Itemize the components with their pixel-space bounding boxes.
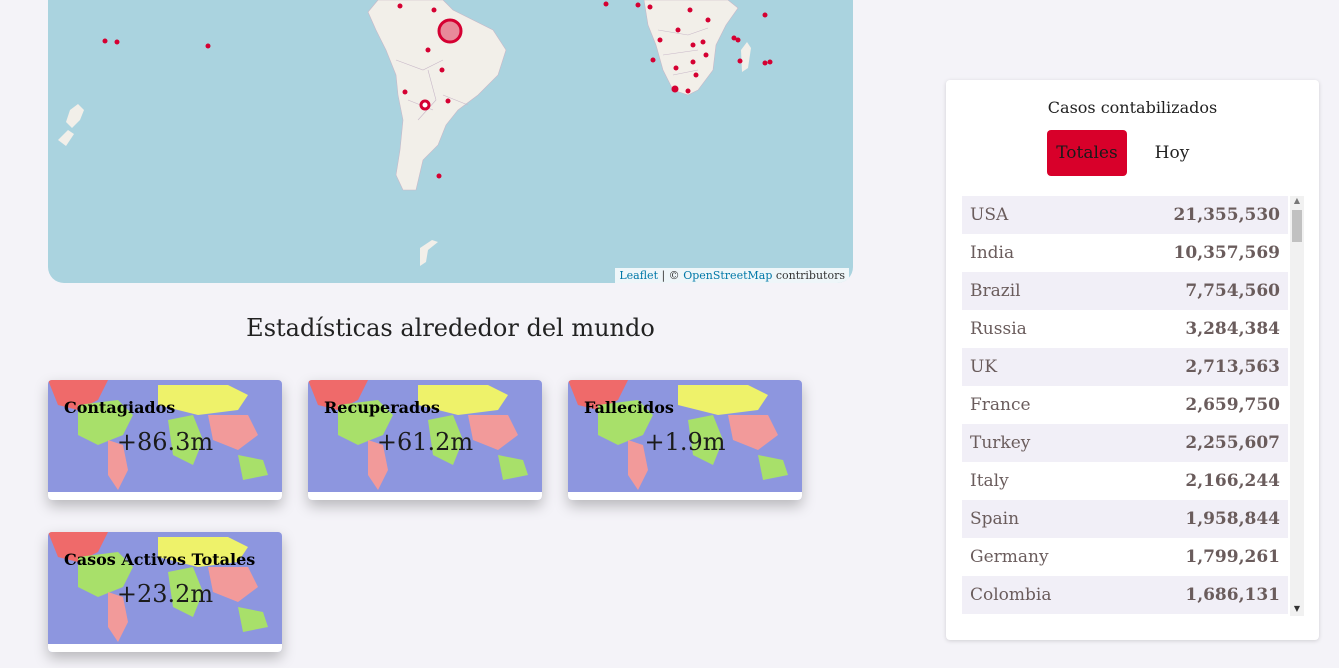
new-zealand-south-shape [58, 130, 74, 146]
stat-card-recuperados[interactable]: Recuperados +61.2m [308, 380, 542, 500]
africa-shape [643, 0, 739, 96]
country-row[interactable]: Italy 2,166,244 [962, 462, 1288, 500]
map-attribution: Leaflet | © OpenStreetMap contributors [615, 268, 849, 283]
country-row[interactable]: USA 21,355,530 [962, 196, 1288, 234]
country-row[interactable]: Colombia 1,686,131 [962, 576, 1288, 614]
country-row[interactable]: India 10,357,569 [962, 234, 1288, 272]
stat-card-activos[interactable]: Casos Activos Totales +23.2m [48, 532, 282, 652]
tab-hoy[interactable]: Hoy [1136, 130, 1208, 176]
case-marker-medium [671, 85, 679, 93]
card-value: +86.3m [116, 428, 214, 456]
card-label: Casos Activos Totales [64, 550, 256, 569]
country-name: UK [970, 357, 998, 377]
country-row[interactable]: UK 2,713,563 [962, 348, 1288, 386]
country-row[interactable]: Spain 1,958,844 [962, 500, 1288, 538]
country-row[interactable]: France 2,659,750 [962, 386, 1288, 424]
new-zealand-shape [66, 104, 84, 128]
country-name: Russia [970, 319, 1027, 339]
scroll-up-arrow-icon[interactable]: ▲ [1290, 196, 1304, 208]
country-name: Spain [970, 509, 1020, 529]
country-cases: 2,659,750 [1185, 395, 1280, 415]
country-cases: 1,958,844 [1185, 509, 1280, 529]
country-name: Italy [970, 471, 1009, 491]
card-value: +23.2m [116, 580, 214, 608]
attribution-separator: | © [657, 269, 684, 282]
country-name: France [970, 395, 1031, 415]
country-cases: 2,255,607 [1185, 433, 1280, 453]
list-scrollbar[interactable]: ▲ ▼ [1290, 196, 1304, 616]
country-name: Germany [970, 547, 1049, 567]
map-tiles [58, 0, 773, 266]
openstreetmap-link[interactable]: OpenStreetMap [683, 269, 772, 282]
case-marker-ring [419, 99, 431, 111]
card-value: +1.9m [644, 428, 726, 456]
attribution-suffix: contributors [772, 269, 845, 282]
country-name: Turkey [970, 433, 1031, 453]
country-cases: 1,799,261 [1185, 547, 1280, 567]
country-cases: 7,754,560 [1185, 281, 1280, 301]
leaflet-link[interactable]: Leaflet [619, 269, 658, 282]
country-row[interactable]: Germany 1,799,261 [962, 538, 1288, 576]
country-name: USA [970, 205, 1009, 225]
case-marker-large [437, 18, 463, 44]
stats-title: Estadísticas alrededor del mundo [246, 314, 655, 342]
country-name: Brazil [970, 281, 1021, 301]
cases-panel: Casos contabilizados Totales Hoy USA 21,3… [946, 80, 1319, 640]
stat-card-contagiados[interactable]: Contagiados +86.3m [48, 380, 282, 500]
country-name: Colombia [970, 585, 1052, 605]
country-cases: 21,355,530 [1173, 205, 1280, 225]
country-row[interactable]: Brazil 7,754,560 [962, 272, 1288, 310]
country-row[interactable]: Turkey 2,255,607 [962, 424, 1288, 462]
scroll-thumb[interactable] [1292, 210, 1302, 242]
country-list[interactable]: USA 21,355,530 India 10,357,569 Brazil 7,75… [962, 196, 1304, 616]
country-cases: 1,686,131 [1185, 585, 1280, 605]
card-value: +61.2m [376, 428, 474, 456]
card-label: Fallecidos [584, 398, 674, 417]
country-cases: 2,713,563 [1185, 357, 1280, 377]
country-rows: USA 21,355,530 India 10,357,569 Brazil 7,75… [962, 196, 1304, 614]
country-name: India [970, 243, 1015, 263]
madagascar-shape [741, 42, 751, 72]
world-map[interactable]: Leaflet | © OpenStreetMap contributors [48, 0, 853, 283]
country-cases: 10,357,569 [1173, 243, 1280, 263]
stat-card-fallecidos[interactable]: Fallecidos +1.9m [568, 380, 802, 500]
country-cases: 3,284,384 [1185, 319, 1280, 339]
island-shape [420, 240, 438, 266]
country-row[interactable]: Russia 3,284,384 [962, 310, 1288, 348]
card-label: Recuperados [324, 398, 440, 417]
south-america-shape [367, 0, 507, 191]
card-label: Contagiados [64, 398, 176, 417]
tab-totales[interactable]: Totales [1047, 130, 1127, 176]
country-cases: 2,166,244 [1185, 471, 1280, 491]
panel-title: Casos contabilizados [1047, 98, 1218, 117]
scroll-down-arrow-icon[interactable]: ▼ [1290, 604, 1304, 616]
